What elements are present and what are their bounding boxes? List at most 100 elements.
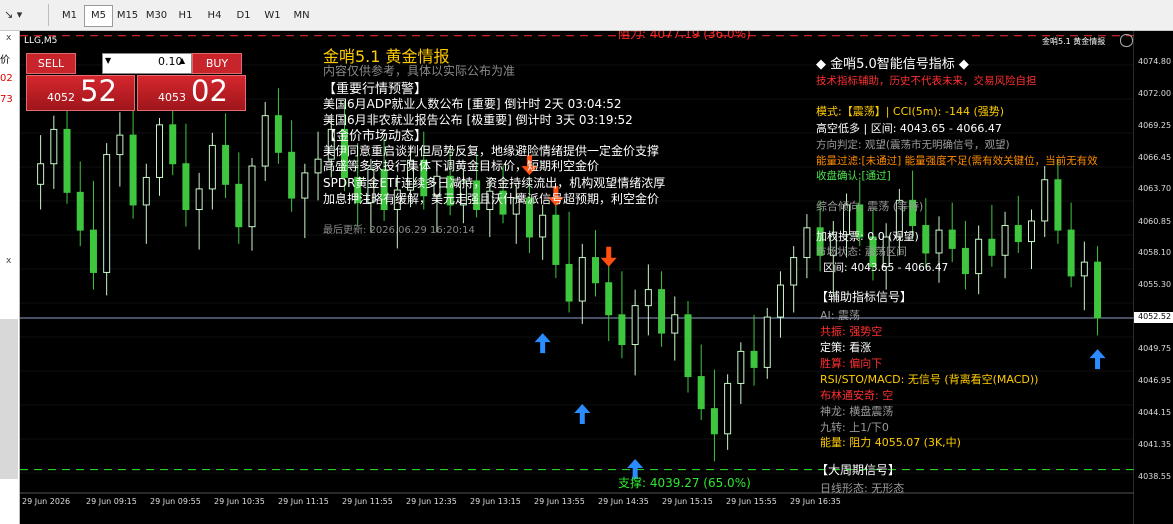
candle-body: [988, 238, 996, 256]
buy-price-small: 4053: [158, 91, 186, 104]
buy-price-big: 02: [191, 74, 228, 108]
candle-body: [605, 282, 613, 316]
close-icon[interactable]: x: [6, 256, 11, 266]
candle-body: [776, 284, 784, 318]
candle-body: [1041, 179, 1049, 222]
price-axis-label: 4072.00: [1138, 89, 1172, 99]
timeframe-button-d1[interactable]: D1: [229, 5, 258, 27]
buy-button[interactable]: BUY: [192, 53, 242, 74]
time-axis-label: 29 Jun 11:15: [278, 497, 329, 506]
lot-size-field[interactable]: ▼ 0.10 ▲: [102, 53, 192, 74]
aux-signal-ai: AI: 震荡: [820, 309, 860, 322]
settings-icon[interactable]: [1120, 34, 1133, 47]
candle-body: [763, 316, 771, 368]
signal-close-confirm: 收盘确认:[通过]: [816, 170, 891, 182]
candle-body: [644, 289, 652, 307]
candle-body: [697, 376, 705, 410]
signal-title: ◆ 金哨5.0智能信号指标 ◆: [816, 57, 969, 72]
candle-body: [710, 408, 718, 435]
candle-body: [935, 229, 943, 254]
candle-body: [142, 176, 150, 206]
candle-body: [724, 382, 732, 435]
timeframe-button-w1[interactable]: W1: [258, 5, 287, 27]
candle-body: [578, 257, 586, 302]
candle-body: [314, 158, 322, 174]
candle-body: [1080, 261, 1088, 277]
timeframe-button-m30[interactable]: M30: [142, 5, 171, 27]
candle-body: [658, 289, 666, 334]
time-axis-label: 29 Jun 11:55: [342, 497, 393, 506]
news-line: 高盛等多家投行集体下调黄金目标价，短期利空金价: [323, 159, 600, 173]
support-label: 支撑: 4039.27 (65.0%): [618, 476, 751, 490]
signal-energy-filter: 能量过滤:[未通过] 能量强度不足(需有效关键位，当前无有效: [816, 155, 1098, 167]
candle-body: [565, 263, 573, 302]
candle-body: [235, 183, 243, 228]
drawing-tool-dropdown[interactable]: ↘ ▾: [4, 5, 22, 25]
candle-body: [790, 257, 798, 286]
timeframe-button-h4[interactable]: H4: [200, 5, 229, 27]
price-chart[interactable]: LLG,M5 金哨5.1 黄金情报 SELL ▼ 0.10 ▲ BUY 4052…: [20, 31, 1173, 524]
candle-body: [631, 305, 639, 346]
signal-range-2: 区间: 4043.65 - 4066.47: [823, 262, 949, 274]
indicator-corner-title: 金哨5.1 黄金情报: [1042, 37, 1106, 46]
candle-body: [1054, 179, 1062, 231]
timeframe-button-h1[interactable]: H1: [171, 5, 200, 27]
candle-body: [182, 163, 190, 211]
signal-vote: 加权投票: 0.0 (观望): [816, 230, 919, 243]
time-axis-label: 29 Jun 09:15: [86, 497, 137, 506]
candle-body: [1067, 229, 1075, 277]
candle-body: [1001, 225, 1009, 256]
candle-body: [37, 163, 45, 185]
signal-market-state: 市场状态: 震荡区间: [816, 246, 907, 258]
left-strip-text: 73: [0, 94, 13, 105]
big-cycle-heading: 【大周期信号】: [816, 463, 901, 477]
price-axis[interactable]: 4074.80 4072.00 4069.25 4066.45 4063.70 4060.…: [1134, 31, 1173, 524]
price-axis-label: 4058.10: [1138, 248, 1172, 258]
buy-price-box[interactable]: 4053 02: [137, 74, 246, 111]
aux-signal-resonance: 共振: 强势空: [820, 325, 883, 338]
sell-button[interactable]: SELL: [26, 53, 76, 74]
candle-body: [671, 314, 679, 334]
left-strip-text: 价: [0, 55, 10, 66]
timeframe-button-m5[interactable]: M5: [84, 5, 113, 27]
price-axis-label: 4060.85: [1138, 216, 1172, 226]
timeframe-button-mn[interactable]: MN: [287, 5, 316, 27]
time-axis-label: 29 Jun 10:35: [214, 497, 265, 506]
price-axis-label: 4055.30: [1138, 280, 1172, 290]
price-axis-label: 4049.75: [1138, 343, 1172, 353]
time-axis-label: 29 Jun 15:55: [726, 497, 777, 506]
candle-body: [63, 128, 71, 193]
candle-body: [684, 314, 692, 378]
price-axis-label: 4041.35: [1138, 439, 1172, 449]
decrease-lot-icon[interactable]: ▼: [105, 56, 111, 65]
timeframe-button-m15[interactable]: M15: [113, 5, 142, 27]
candle-body: [248, 165, 256, 228]
scrollbar[interactable]: [0, 319, 18, 479]
close-icon[interactable]: x: [6, 33, 11, 43]
candle-body: [76, 191, 84, 231]
aux-signal-dragon: 神龙: 横盘震荡: [820, 405, 894, 418]
candle-body: [169, 124, 177, 165]
time-axis-label: 29 Jun 12:35: [406, 497, 457, 506]
signal-direction: 方向判定: 观望(震荡市无明确信号，观望): [816, 139, 1010, 151]
aux-signal-energy: 能量: 阻力 4055.07 (3K,中): [820, 436, 961, 449]
candle-body: [288, 151, 296, 199]
news-line: 加息押注略有缓解，美元走强且沃什鹰派信号超预期，利空金价: [323, 192, 660, 206]
candle-body: [274, 115, 282, 153]
candle-body: [89, 229, 97, 273]
timeframe-button-m1[interactable]: M1: [55, 5, 84, 27]
candle-body: [975, 238, 983, 275]
candle-body: [156, 124, 164, 178]
candle-body: [737, 350, 745, 384]
increase-lot-icon[interactable]: ▲: [179, 56, 185, 65]
candle-body: [50, 128, 58, 165]
candle-body: [208, 144, 216, 190]
candle-body: [1027, 220, 1035, 243]
aux-signal-nine: 九转: 上1/下0: [820, 421, 889, 434]
aux-signal-boll: 布林通安奇: 空: [820, 389, 894, 402]
candle-body: [618, 314, 626, 346]
aux-signal-heading: 【辅助指标信号】: [816, 290, 913, 304]
time-axis-label: 29 Jun 13:55: [534, 497, 585, 506]
signal-overall: 综合倾向: 震荡 (等待): [816, 200, 924, 213]
sell-price-box[interactable]: 4052 52: [26, 74, 135, 111]
